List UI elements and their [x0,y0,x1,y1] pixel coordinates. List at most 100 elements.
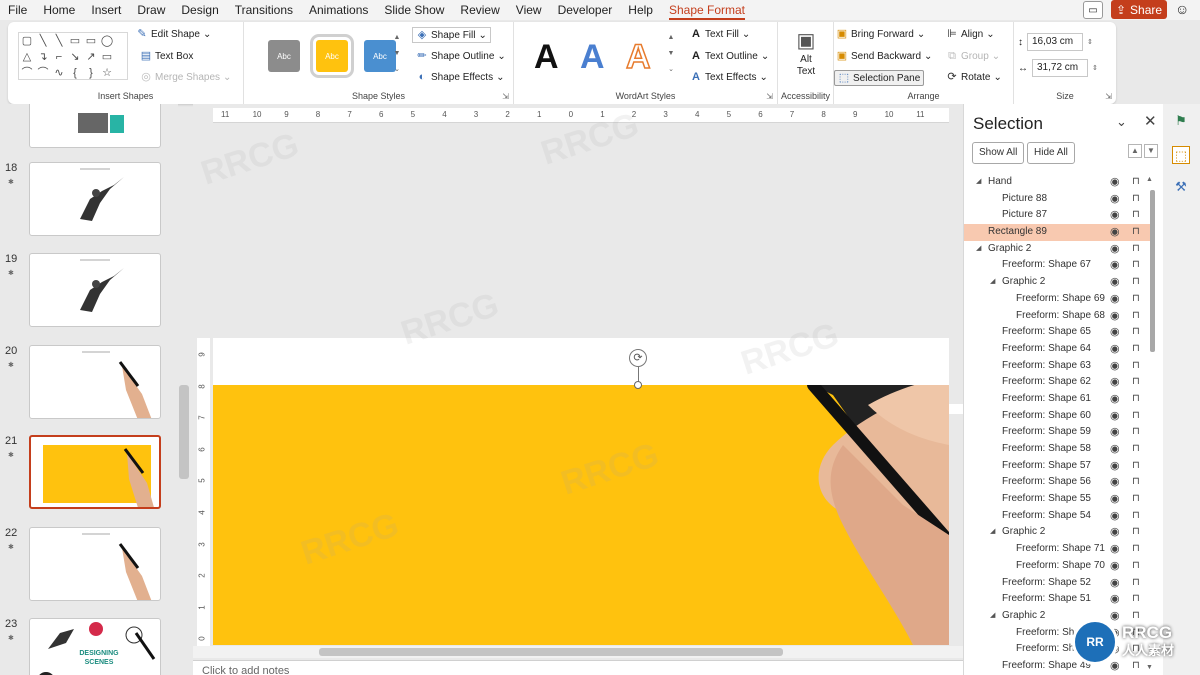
shape-height-field[interactable]: ↕ 16,03 cm ⇕ [1018,33,1098,51]
rectangle-89-shape[interactable] [213,385,949,645]
bring-forward-arrow-icon[interactable]: ▲ [1128,144,1142,158]
expand-triangle-icon[interactable]: ◢ [990,274,995,291]
menu-review[interactable]: Review [452,0,507,20]
menu-home[interactable]: Home [35,0,83,20]
visibility-eye-icon[interactable]: ◉ [1110,474,1120,491]
selection-item[interactable]: Freeform: Shape 59 ◉ ⊓ [964,424,1154,441]
visibility-eye-icon[interactable]: ◉ [1110,374,1120,391]
text-effects-button[interactable]: A Text Effects ⌄ [690,71,768,83]
send-backward-arrow-icon[interactable]: ▼ [1144,144,1158,158]
bring-forward-button[interactable]: ▣ Bring Forward ⌄ [836,28,925,40]
selection-item[interactable]: Freeform: Shape 71 ◉ ⊓ [964,541,1154,558]
visibility-eye-icon[interactable]: ◉ [1110,558,1120,575]
visibility-eye-icon[interactable]: ◉ [1110,424,1120,441]
shape-height-value[interactable]: 16,03 cm [1027,33,1083,51]
slide-thumbnail-23[interactable]: DESIGNING SCENES [29,618,161,675]
menu-shape-format[interactable]: Shape Format [661,0,753,20]
selection-item[interactable]: ◢ Graphic 2 ◉ ⊓ [964,524,1154,541]
menu-transitions[interactable]: Transitions [227,0,301,20]
lock-icon[interactable]: ⊓ [1132,374,1140,391]
menu-view[interactable]: View [508,0,550,20]
lock-icon[interactable]: ⊓ [1132,174,1140,191]
selection-item[interactable]: Freeform: Shape 60 ◉ ⊓ [964,408,1154,425]
show-all-button[interactable]: Show All [972,142,1025,164]
selection-item[interactable]: Freeform: Shape 70 ◉ ⊓ [964,558,1154,575]
shape-option-icon[interactable]: ↴ [35,49,51,65]
visibility-eye-icon[interactable]: ◉ [1110,324,1120,341]
lock-icon[interactable]: ⊓ [1132,224,1140,241]
merge-shapes-button[interactable]: ◎ Merge Shapes ⌄ [140,71,231,83]
shape-option-icon[interactable]: { [67,65,83,81]
lock-icon[interactable]: ⊓ [1132,257,1140,274]
selection-item[interactable]: Freeform: Shape 62 ◉ ⊓ [964,374,1154,391]
selection-item[interactable]: Freeform: Shape 61 ◉ ⊓ [964,391,1154,408]
shape-option-icon[interactable]: ▭ [99,49,115,65]
visibility-eye-icon[interactable]: ◉ [1110,191,1120,208]
wordart-style-option[interactable]: A [580,38,605,77]
rotate-button[interactable]: ⟳ Rotate ⌄ [946,71,1001,83]
shape-outline-button[interactable]: ✏ Shape Outline ⌄ [416,50,505,62]
slide-thumbnail-20[interactable] [29,345,161,419]
slide-thumbnail-18[interactable] [29,162,161,236]
visibility-eye-icon[interactable]: ◉ [1110,408,1120,425]
selection-item[interactable]: Freeform: Shape 67 ◉ ⊓ [964,257,1154,274]
notes-pane[interactable]: Click to add notes [193,660,963,675]
visibility-eye-icon[interactable]: ◉ [1110,257,1120,274]
shape-option-icon[interactable]: ▭ [83,33,99,49]
lock-icon[interactable]: ⊓ [1132,591,1140,608]
shape-option-icon[interactable]: ↗ [83,49,99,65]
resize-handle-top[interactable] [634,381,642,389]
lock-icon[interactable]: ⊓ [1132,424,1140,441]
lock-icon[interactable]: ⊓ [1132,491,1140,508]
selection-item[interactable]: Freeform: Shape 57 ◉ ⊓ [964,458,1154,475]
visibility-eye-icon[interactable]: ◉ [1110,541,1120,558]
selection-item[interactable]: Picture 88 ◉ ⊓ [964,191,1154,208]
shape-option-icon[interactable]: ╲ [35,33,51,49]
expand-triangle-icon[interactable]: ◢ [990,608,995,625]
shapes-gallery[interactable]: ▢ ╲ ╲ ▭ ▭ ◯ △ ↴ ⌐ ↘ ↗ ▭ ⌒ ⌒ ∿{} ☆ [18,32,128,80]
gallery-scroll[interactable]: ▲ ▼ ⌄ [392,30,402,80]
selection-pane-button[interactable]: ⬚ Selection Pane [834,70,925,86]
lock-icon[interactable]: ⊓ [1132,291,1140,308]
slide-thumbnail-21[interactable] [29,435,161,509]
wordart-style-option[interactable]: A [625,37,651,77]
selection-item[interactable]: Freeform: Shape 69 ◉ ⊓ [964,291,1154,308]
slide-canvas[interactable] [213,338,949,385]
selection-scrollbar[interactable] [1150,190,1155,352]
lock-icon[interactable]: ⊓ [1132,408,1140,425]
shape-effects-button[interactable]: ◐ Shape Effects ⌄ [416,71,505,83]
hand-with-pen-image[interactable] [213,385,949,645]
visibility-eye-icon[interactable]: ◉ [1110,524,1120,541]
shape-option-icon[interactable]: } [83,65,99,81]
selection-item[interactable]: Freeform: Shape 51 ◉ ⊓ [964,591,1154,608]
send-backward-button[interactable]: ▣ Send Backward ⌄ [836,50,933,62]
dialog-launcher-icon[interactable]: ⇲ [766,92,773,101]
selection-item[interactable]: Picture 87 ◉ ⊓ [964,207,1154,224]
expand-triangle-icon[interactable]: ◢ [976,241,981,258]
lock-icon[interactable]: ⊓ [1132,558,1140,575]
text-box-button[interactable]: ▤ Text Box [140,50,194,62]
shape-option-icon[interactable]: ▢ [19,33,35,49]
selection-item[interactable]: ◢ Graphic 2 ◉ ⊓ [964,274,1154,291]
menu-file[interactable]: File [0,0,35,20]
lock-icon[interactable]: ⊓ [1132,524,1140,541]
selection-item[interactable]: Freeform: Shape 65 ◉ ⊓ [964,324,1154,341]
visibility-eye-icon[interactable]: ◉ [1110,341,1120,358]
lock-icon[interactable]: ⊓ [1132,324,1140,341]
selection-item[interactable]: ◢ Graphic 2 ◉ ⊓ [964,241,1154,258]
scroll-up-icon[interactable]: ▲ [1146,176,1153,183]
selection-item[interactable]: Freeform: Shape 52 ◉ ⊓ [964,575,1154,592]
close-icon[interactable]: ✕ [1144,112,1157,130]
share-button[interactable]: ⇪ Share [1111,0,1167,19]
visibility-eye-icon[interactable]: ◉ [1110,207,1120,224]
lock-icon[interactable]: ⊓ [1132,458,1140,475]
visibility-eye-icon[interactable]: ◉ [1110,291,1120,308]
selection-item[interactable]: Rectangle 89 ◉ ⊓ [964,224,1154,241]
visibility-eye-icon[interactable]: ◉ [1110,174,1120,191]
shape-style-swatch[interactable]: Abc [268,40,300,72]
selection-item[interactable]: Freeform: Shape 56 ◉ ⊓ [964,474,1154,491]
menu-insert[interactable]: Insert [83,0,129,20]
visibility-eye-icon[interactable]: ◉ [1110,358,1120,375]
edit-shape-button[interactable]: ✎ Edit Shape ⌄ [136,28,211,40]
horizontal-scrollbar-thumb[interactable] [319,648,783,656]
